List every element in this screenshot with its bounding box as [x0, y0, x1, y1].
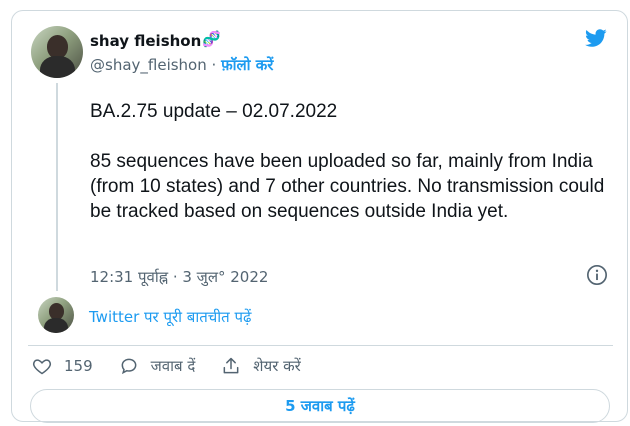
- tweet-timestamp[interactable]: 12:31 पूर्वाह्न · 3 जुल° 2022: [90, 267, 268, 287]
- twitter-bird-icon[interactable]: [583, 27, 609, 49]
- author-avatar[interactable]: [31, 26, 83, 78]
- share-button[interactable]: शेयर करें: [221, 356, 301, 376]
- tweet-card[interactable]: shay fleishon 🧬 @shay_fleishon · फ़ॉलो क…: [11, 10, 628, 423]
- author-handle-line: @shay_fleishon · फ़ॉलो करें: [90, 55, 273, 75]
- dna-emoji-icon: 🧬: [202, 30, 221, 48]
- divider: [28, 345, 613, 346]
- read-replies-label: 5 जवाब पढ़ें: [285, 397, 355, 415]
- like-count: 159: [64, 357, 93, 375]
- reply-bubble-icon: [121, 358, 137, 375]
- action-bar: 159 जवाब दें शेयर करें: [32, 355, 327, 377]
- reply-button[interactable]: जवाब दें: [119, 356, 196, 376]
- like-button[interactable]: 159: [32, 356, 93, 376]
- author-avatar-small[interactable]: [38, 297, 74, 333]
- author-handle[interactable]: @shay_fleishon: [90, 56, 207, 74]
- tweet-text: BA.2.75 update – 02.07.2022 85 sequences…: [90, 101, 605, 222]
- share-label: शेयर करें: [253, 357, 301, 375]
- read-replies-button[interactable]: 5 जवाब पढ़ें: [30, 389, 610, 423]
- thread-line: [56, 83, 58, 291]
- info-icon[interactable]: [586, 264, 608, 286]
- handle-separator: ·: [206, 56, 222, 74]
- reply-label: जवाब दें: [150, 357, 196, 375]
- follow-button[interactable]: फ़ॉलो करें: [221, 56, 273, 74]
- share-upload-icon: [223, 357, 239, 374]
- read-conversation-link[interactable]: Twitter पर पूरी बातचीत पढ़ें: [89, 307, 251, 327]
- author-name[interactable]: shay fleishon: [90, 32, 201, 50]
- heart-icon: [32, 359, 52, 375]
